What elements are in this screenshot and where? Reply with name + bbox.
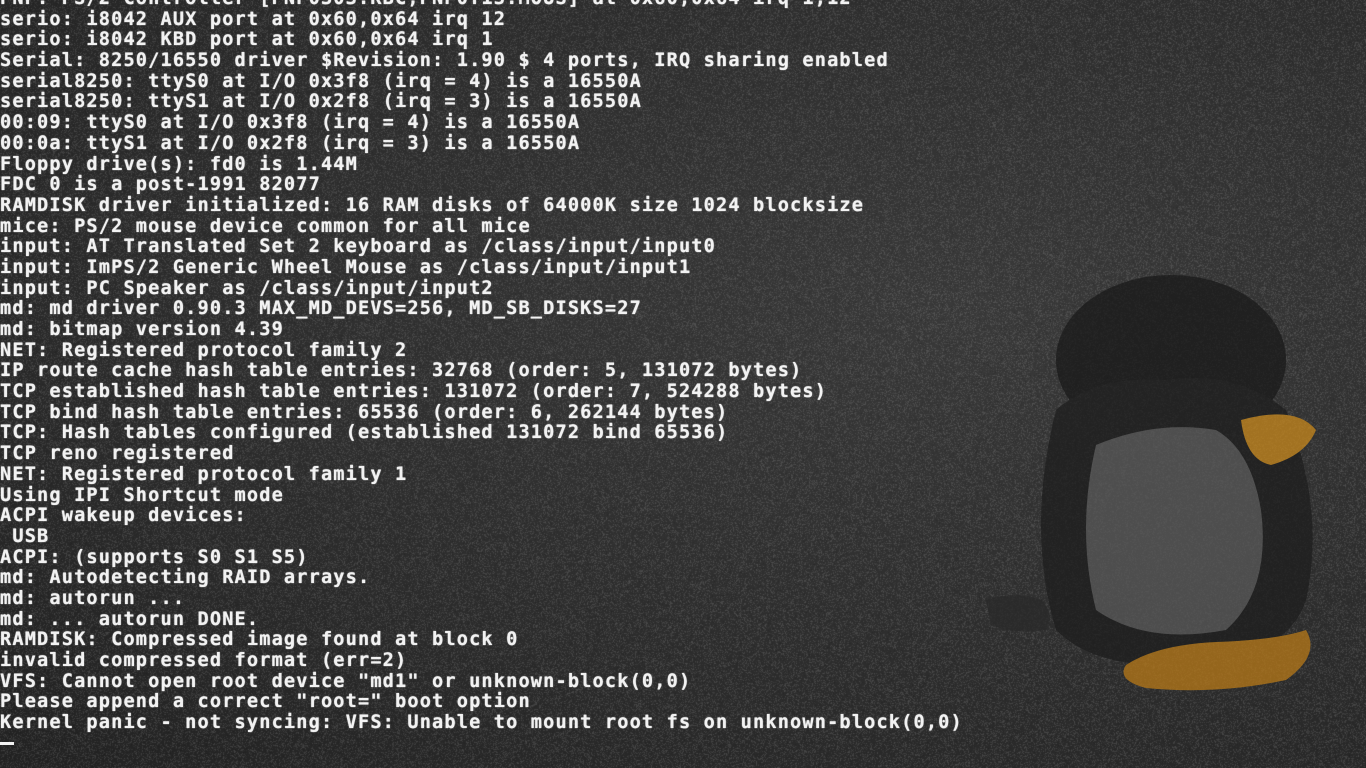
console-line: RAMDISK driver initialized: 16 RAM disks… — [0, 196, 963, 217]
console-line: TCP bind hash table entries: 65536 (orde… — [0, 403, 963, 424]
console-line: NET: Registered protocol family 1 — [0, 465, 963, 486]
console-line: Floppy drive(s): fd0 is 1.44M — [0, 155, 963, 176]
console-line: TCP reno registered — [0, 444, 963, 465]
tux-penguin-icon — [986, 270, 1346, 710]
console-line: TCP established hash table entries: 1310… — [0, 382, 963, 403]
console-line: 00:0a: ttyS1 at I/O 0x2f8 (irq = 3) is a… — [0, 134, 963, 155]
console-line: mice: PS/2 mouse device common for all m… — [0, 217, 963, 238]
console-line: md: bitmap version 4.39 — [0, 320, 963, 341]
console-line: invalid compressed format (err=2) — [0, 651, 963, 672]
console-line: ACPI wakeup devices: — [0, 506, 963, 527]
console-line: ACPI: (supports S0 S1 S5) — [0, 548, 963, 569]
console-line: serio: i8042 KBD port at 0x60,0x64 irq 1 — [0, 30, 963, 51]
console-line: Please append a correct "root=" boot opt… — [0, 692, 963, 713]
console-line: md: autorun ... — [0, 589, 963, 610]
console-line: md: Autodetecting RAID arrays. — [0, 568, 963, 589]
console-line: input: ImPS/2 Generic Wheel Mouse as /cl… — [0, 258, 963, 279]
console-line: md: md driver 0.90.3 MAX_MD_DEVS=256, MD… — [0, 299, 963, 320]
console-line: Kernel panic - not syncing: VFS: Unable … — [0, 713, 963, 734]
console-line: TCP: Hash tables configured (established… — [0, 423, 963, 444]
console-line: 00:09: ttyS0 at I/O 0x3f8 (irq = 4) is a… — [0, 113, 963, 134]
console-line: input: PC Speaker as /class/input/input2 — [0, 279, 963, 300]
console-line: USB — [0, 527, 963, 548]
console-line: serial8250: ttyS1 at I/O 0x2f8 (irq = 3)… — [0, 92, 963, 113]
console-line: IP route cache hash table entries: 32768… — [0, 361, 963, 382]
console-line: Serial: 8250/16550 driver $Revision: 1.9… — [0, 51, 963, 72]
console-line: Using IPI Shortcut mode — [0, 486, 963, 507]
kernel-console-output: PNP: PS/2 Controller [PNP0303:KBC,PNP0f1… — [0, 0, 963, 745]
console-line: VFS: Cannot open root device "md1" or un… — [0, 672, 963, 693]
console-line: FDC 0 is a post-1991 82077 — [0, 175, 963, 196]
text-cursor — [0, 742, 14, 745]
console-line: RAMDISK: Compressed image found at block… — [0, 630, 963, 651]
console-line: NET: Registered protocol family 2 — [0, 341, 963, 362]
console-line: serio: i8042 AUX port at 0x60,0x64 irq 1… — [0, 10, 963, 31]
console-line: serial8250: ttyS0 at I/O 0x3f8 (irq = 4)… — [0, 72, 963, 93]
console-screen: PNP: PS/2 Controller [PNP0303:KBC,PNP0f1… — [0, 0, 1366, 768]
console-line: md: ... autorun DONE. — [0, 610, 963, 631]
console-line: input: AT Translated Set 2 keyboard as /… — [0, 237, 963, 258]
